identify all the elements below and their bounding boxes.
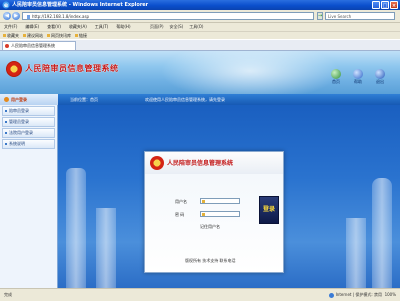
toolbar-safety[interactable]: 安全(S) xyxy=(170,23,184,31)
search-input[interactable]: Live Search xyxy=(325,12,395,20)
tab-strip: 人民陪审员信息管理系统 xyxy=(0,40,400,51)
background-pillar xyxy=(346,218,366,288)
zoom-level[interactable]: 100% xyxy=(385,292,396,297)
home-link[interactable]: 首页 xyxy=(328,69,344,85)
page-icon xyxy=(23,33,26,37)
favorites-bar: 收藏夹 建议网站 网页快讯库 链接 xyxy=(0,31,400,39)
page-icon xyxy=(47,33,50,37)
status-text: 完成 xyxy=(4,292,12,297)
address-bar[interactable]: http://192.168.1.8/index.asp xyxy=(22,12,314,20)
web-slice-link[interactable]: 网页快讯库 xyxy=(47,32,71,40)
username-label: 用户名 xyxy=(175,199,187,204)
menu-file[interactable]: 文件(F) xyxy=(4,23,17,31)
login-title: 人民陪审员信息管理系统 xyxy=(167,160,234,167)
menu-favorites[interactable]: 收藏夹(A) xyxy=(69,23,87,31)
ie-icon: e xyxy=(2,1,10,9)
sidebar: 陪审员登录 管理员登录 法院用户登录 系统说明 xyxy=(0,105,58,288)
toolbar-page[interactable]: 页面(P) xyxy=(150,23,164,31)
favorites-link[interactable]: 收藏夹 xyxy=(3,32,19,40)
go-button[interactable]: → xyxy=(317,12,323,20)
back-icon[interactable]: ◀ xyxy=(3,12,11,20)
section-label: 用户登录 xyxy=(11,97,27,102)
user-icon xyxy=(4,97,9,102)
status-zone: Internet | 保护模式: 禁用 100% xyxy=(328,289,396,301)
menu-bar: 文件(F) 编辑(E) 查看(V) 收藏夹(A) 工具(T) 帮助(H) 页面(… xyxy=(0,23,400,31)
background-pillar xyxy=(96,208,116,288)
sidebar-item-court-login[interactable]: 法院用户登录 xyxy=(2,128,55,138)
password-field[interactable] xyxy=(200,211,240,217)
home-icon xyxy=(331,69,341,79)
username-field[interactable] xyxy=(200,198,240,204)
breadcrumb: 当前位置：首页 xyxy=(70,97,98,102)
page-icon xyxy=(27,15,30,19)
site-favicon xyxy=(5,44,9,48)
background-pillar xyxy=(372,178,392,288)
national-emblem-icon xyxy=(6,61,22,77)
svg-text:e: e xyxy=(4,2,8,9)
menu-edit[interactable]: 编辑(E) xyxy=(25,23,39,31)
browser-title-bar: e 人民陪审员信息管理系统 - Windows Internet Explore… xyxy=(0,0,400,10)
site-banner: 人民陪审员信息管理系统 首页 帮助 退出 xyxy=(0,51,400,94)
minimize-button[interactable]: _ xyxy=(372,1,380,9)
sidebar-item-system-info[interactable]: 系统说明 xyxy=(2,139,55,149)
sidebar-item-juror-login[interactable]: 陪审员登录 xyxy=(2,106,55,116)
toolbar-tools[interactable]: 工具(O) xyxy=(189,23,203,31)
remember-username-checkbox[interactable]: 记住用户名 xyxy=(200,224,220,230)
help-icon xyxy=(353,69,363,79)
exit-link[interactable]: 退出 xyxy=(372,69,388,85)
menu-tools[interactable]: 工具(T) xyxy=(95,23,109,31)
national-emblem-icon xyxy=(150,156,164,170)
globe-icon xyxy=(328,292,334,298)
password-label: 密 码 xyxy=(175,212,185,217)
login-header: 人民陪审员信息管理系统 xyxy=(145,152,283,175)
site-subbar: 用户登录 当前位置：首页 欢迎使用人民陪审员信息管理系统，请先登录 xyxy=(0,94,400,105)
close-button[interactable]: × xyxy=(390,1,398,9)
background-pillar xyxy=(66,168,86,288)
star-icon xyxy=(3,33,6,37)
site-title: 人民陪审员信息管理系统 xyxy=(25,64,119,73)
main-area: 人民陪审员信息管理系统 用户名 密 码 登录 记住用户名 版权所有 技术支持 联… xyxy=(58,105,400,288)
forward-icon[interactable]: ▶ xyxy=(12,12,20,20)
exit-icon xyxy=(375,69,385,79)
maximize-button[interactable]: □ xyxy=(381,1,389,9)
sidebar-item-admin-login[interactable]: 管理员登录 xyxy=(2,117,55,127)
login-panel: 人民陪审员信息管理系统 用户名 密 码 登录 记住用户名 版权所有 技术支持 联… xyxy=(144,151,284,273)
links-link[interactable]: 链接 xyxy=(75,32,87,40)
tab-current[interactable]: 人民陪审员信息管理系统 xyxy=(2,41,76,50)
login-button[interactable]: 登录 xyxy=(259,196,279,224)
window-title: 人民陪审员信息管理系统 - Windows Internet Explorer xyxy=(12,2,149,8)
menu-help[interactable]: 帮助(H) xyxy=(116,23,130,31)
menu-view[interactable]: 查看(V) xyxy=(47,23,61,31)
status-bar: 完成 Internet | 保护模式: 禁用 100% xyxy=(0,288,400,301)
address-toolbar: ◀ ▶ http://192.168.1.8/index.asp → Live … xyxy=(0,10,400,23)
login-body: 用户名 密 码 登录 记住用户名 版权所有 技术支持 联系电话 xyxy=(145,174,283,272)
help-link[interactable]: 帮助 xyxy=(350,69,366,85)
login-footnote: 版权所有 技术支持 联系电话 xyxy=(185,258,236,263)
page-icon xyxy=(75,33,78,37)
notice-text: 欢迎使用人民陪审员信息管理系统，请先登录 xyxy=(145,97,225,102)
suggested-sites-link[interactable]: 建议网站 xyxy=(23,32,43,40)
